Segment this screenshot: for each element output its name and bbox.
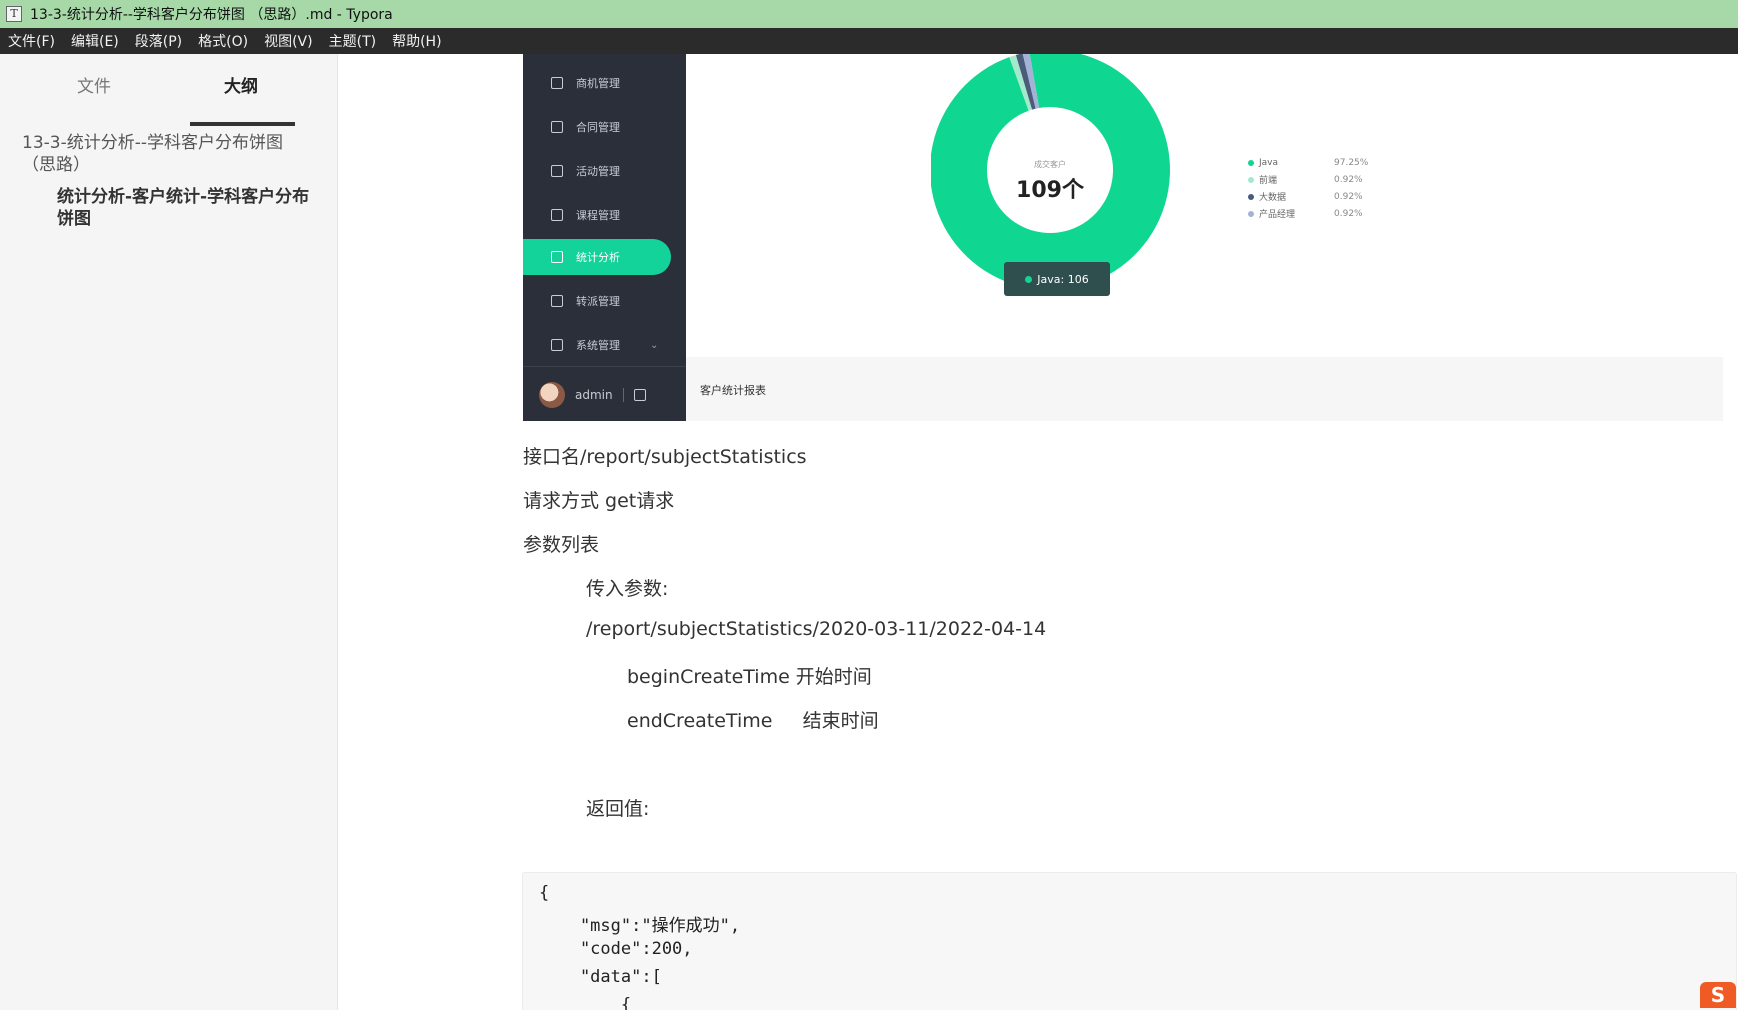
legend-name: 大数据 [1259,193,1287,203]
paragraph-begin-time: beginCreateTime 开始时间 [627,666,872,688]
chart-legend: Java 97.25% 前端 0.92% 大数据 0.92% 产品经理 0.92… [1248,154,1408,222]
outline-list: 13-3-统计分析--学科客户分布饼图 （思路） 统计分析-客户统计-学科客户分… [22,132,322,230]
menu-bar: 文件(F) 编辑(E) 段落(P) 格式(O) 视图(V) 主题(T) 帮助(H… [0,28,1738,54]
paragraph-end-time: endCreateTime 结束时间 [627,710,879,732]
menu-help[interactable]: 帮助(H) [392,31,441,51]
outline-item-h1[interactable]: 13-3-统计分析--学科客户分布饼图 （思路） [22,132,322,176]
legend-swatch [1248,176,1254,183]
crm-main: 成交客户 109个 Java: 106 Java 97.25% 前端 0.92%… [686,54,1723,421]
refresh-icon [551,295,563,307]
center-subtitle: 成交客户 [1034,160,1066,169]
paragraph-params: 参数列表 [523,534,600,556]
menu-view[interactable]: 视图(V) [264,31,313,51]
nav-item-course: 课程管理 [523,197,686,233]
tab-files[interactable]: 文件 [77,72,111,97]
sogou-ime-icon[interactable]: S [1700,982,1736,1008]
nav-item-opportunity: 商机管理 [523,65,686,101]
paragraph-example-url: /report/subjectStatistics/2020-03-11/202… [586,618,1047,640]
legend-item: 大数据 0.92% [1248,188,1408,205]
legend-item: 前端 0.92% [1248,171,1408,188]
menu-file[interactable]: 文件(F) [8,31,55,51]
legend-percent: 0.92% [1334,191,1363,202]
nav-label: 课程管理 [576,209,620,222]
legend-name: 前端 [1259,176,1278,186]
nav-label: 合同管理 [576,121,620,134]
nav-label: 商机管理 [576,77,620,90]
title-bar: T 13-3-统计分析--学科客户分布饼图 （思路）.md - Typora [0,0,1738,28]
center-total: 109个 [1016,178,1084,203]
window-title: 13-3-统计分析--学科客户分布饼图 （思路）.md - Typora [30,7,393,23]
nav-item-contract: 合同管理 [523,109,686,145]
code-line: { [539,883,550,903]
crm-sidebar-nav: 商机管理 合同管理 活动管理 课程管理 统计分析 转派管理 系统管理 ⌄ adm… [523,54,686,421]
sidebar-tabs: 文件 大纲 [0,72,338,126]
active-tab-indicator [190,122,295,126]
nav-divider [523,366,686,367]
report-footer: 客户统计报表 [686,357,1723,421]
gear-icon [551,339,563,351]
code-line: "msg":"操作成功", [539,916,741,936]
subject-pie-chart: 成交客户 109个 Java: 106 [930,54,1211,334]
code-line: { [539,995,632,1010]
legend-swatch [1248,210,1254,217]
code-block[interactable]: { "msg":"操作成功", "code":200, "data":[ { [522,872,1737,1010]
report-title: 客户统计报表 [700,384,766,397]
legend-item: Java 97.25% [1248,154,1408,171]
avatar [539,382,565,408]
divider [622,388,624,402]
play-icon [551,209,563,221]
target-icon [551,77,563,89]
paragraph-input-params: 传入参数: [586,578,669,600]
nav-item-transfer: 转派管理 [523,283,686,319]
editor-area[interactable]: 商机管理 合同管理 活动管理 课程管理 统计分析 转派管理 系统管理 ⌄ adm… [339,54,1738,1010]
tab-outline[interactable]: 大纲 [224,72,258,97]
nav-item-statistics: 统计分析 [523,239,671,275]
legend-percent: 97.25% [1334,157,1369,168]
nav-item-activity: 活动管理 [523,153,686,189]
legend-name: 产品经理 [1259,210,1296,220]
user-info: admin [539,382,646,408]
chevron-down-icon: ⌄ [650,339,659,351]
paragraph-return-value: 返回值: [586,798,650,820]
tooltip-text: Java: 106 [1037,272,1089,286]
legend-percent: 0.92% [1334,174,1363,185]
code-line: "code":200, [539,939,693,959]
chart-icon [551,251,563,263]
nav-label: 系统管理 [576,339,620,352]
nav-label: 活动管理 [576,165,620,178]
paragraph-method: 请求方式 get请求 [523,490,675,512]
document-icon [551,121,563,133]
nav-item-system: 系统管理 ⌄ [523,327,686,363]
menu-paragraph[interactable]: 段落(P) [135,31,182,51]
logout-icon [633,389,646,401]
tooltip-dot [1025,275,1033,283]
paragraph-api-name: 接口名/report/subjectStatistics [523,446,807,468]
embedded-screenshot: 商机管理 合同管理 活动管理 课程管理 统计分析 转派管理 系统管理 ⌄ adm… [523,54,1723,421]
legend-item: 产品经理 0.92% [1248,205,1408,222]
typora-app-icon: T [6,6,22,22]
donut-center-label: 成交客户 109个 [931,159,1169,204]
legend-name: Java [1259,157,1279,168]
nav-label: 转派管理 [576,295,620,308]
legend-percent: 0.92% [1334,208,1363,219]
menu-format[interactable]: 格式(O) [198,31,248,51]
nav-label: 统计分析 [576,251,620,264]
outline-item-h2[interactable]: 统计分析-客户统计-学科客户分布饼图 [57,186,322,230]
chart-tooltip: Java: 106 [1004,262,1110,296]
star-icon [551,165,563,177]
username: admin [575,388,613,402]
menu-theme[interactable]: 主题(T) [329,31,376,51]
sidebar: 文件 大纲 13-3-统计分析--学科客户分布饼图 （思路） 统计分析-客户统计… [0,54,338,1010]
legend-swatch [1248,159,1254,166]
menu-edit[interactable]: 编辑(E) [71,31,119,51]
legend-swatch [1248,193,1254,200]
code-line: "data":[ [539,967,662,987]
